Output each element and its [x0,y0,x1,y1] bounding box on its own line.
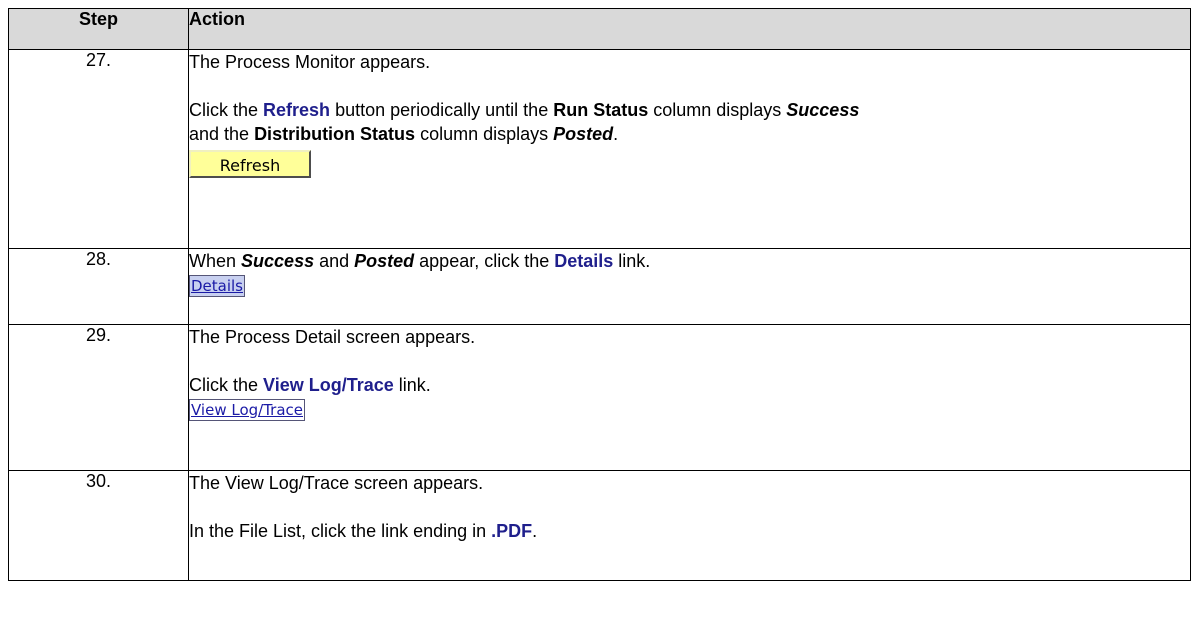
action-text: The View Log/Trace screen appears. [189,473,484,493]
action-cell: The Process Detail screen appears. Click… [188,324,1191,471]
action-text: The Process Monitor appears. [189,52,431,72]
table-header-row: Step Action [8,8,1191,50]
table-row: 29. The Process Detail screen appears. C… [8,324,1191,471]
action-cell: The View Log/Trace screen appears. In th… [188,470,1191,581]
ui-term-pdf: .PDF [491,521,533,541]
value-posted: Posted [553,124,614,144]
ui-term-distribution-status: Distribution Status [254,124,416,144]
ui-term-refresh: Refresh [263,100,331,120]
action-text: When Success and Posted appear, click th… [189,251,651,271]
step-number: 27. [8,49,189,249]
procedure-table: Step Action 27. The Process Monitor appe… [8,8,1191,581]
action-text: In the File List, click the link ending … [189,521,538,541]
action-text: The Process Detail screen appears. [189,327,476,347]
step-number: 30. [8,470,189,581]
action-cell: The Process Monitor appears. Click the R… [188,49,1191,249]
table-row: 30. The View Log/Trace screen appears. I… [8,470,1191,581]
value-posted: Posted [354,251,415,271]
value-success: Success [786,100,860,120]
ui-term-details: Details [554,251,614,271]
view-log-trace-link[interactable]: View Log/Trace [189,399,306,421]
ui-term-view-log-trace: View Log/Trace [263,375,394,395]
step-number: 28. [8,248,189,325]
step-column-header: Step [8,8,189,50]
ui-term-run-status: Run Status [553,100,649,120]
action-text: Click the View Log/Trace link. [189,375,431,395]
details-link[interactable]: Details [189,275,246,297]
table-row: 27. The Process Monitor appears. Click t… [8,49,1191,249]
action-text: Click the Refresh button periodically un… [189,100,860,120]
action-cell: When Success and Posted appear, click th… [188,248,1191,325]
action-text: and the Distribution Status column displ… [189,124,619,144]
value-success: Success [241,251,315,271]
action-column-header: Action [188,8,1191,50]
step-number: 29. [8,324,189,471]
refresh-button[interactable]: Refresh [189,150,311,178]
table-row: 28. When Success and Posted appear, clic… [8,248,1191,325]
